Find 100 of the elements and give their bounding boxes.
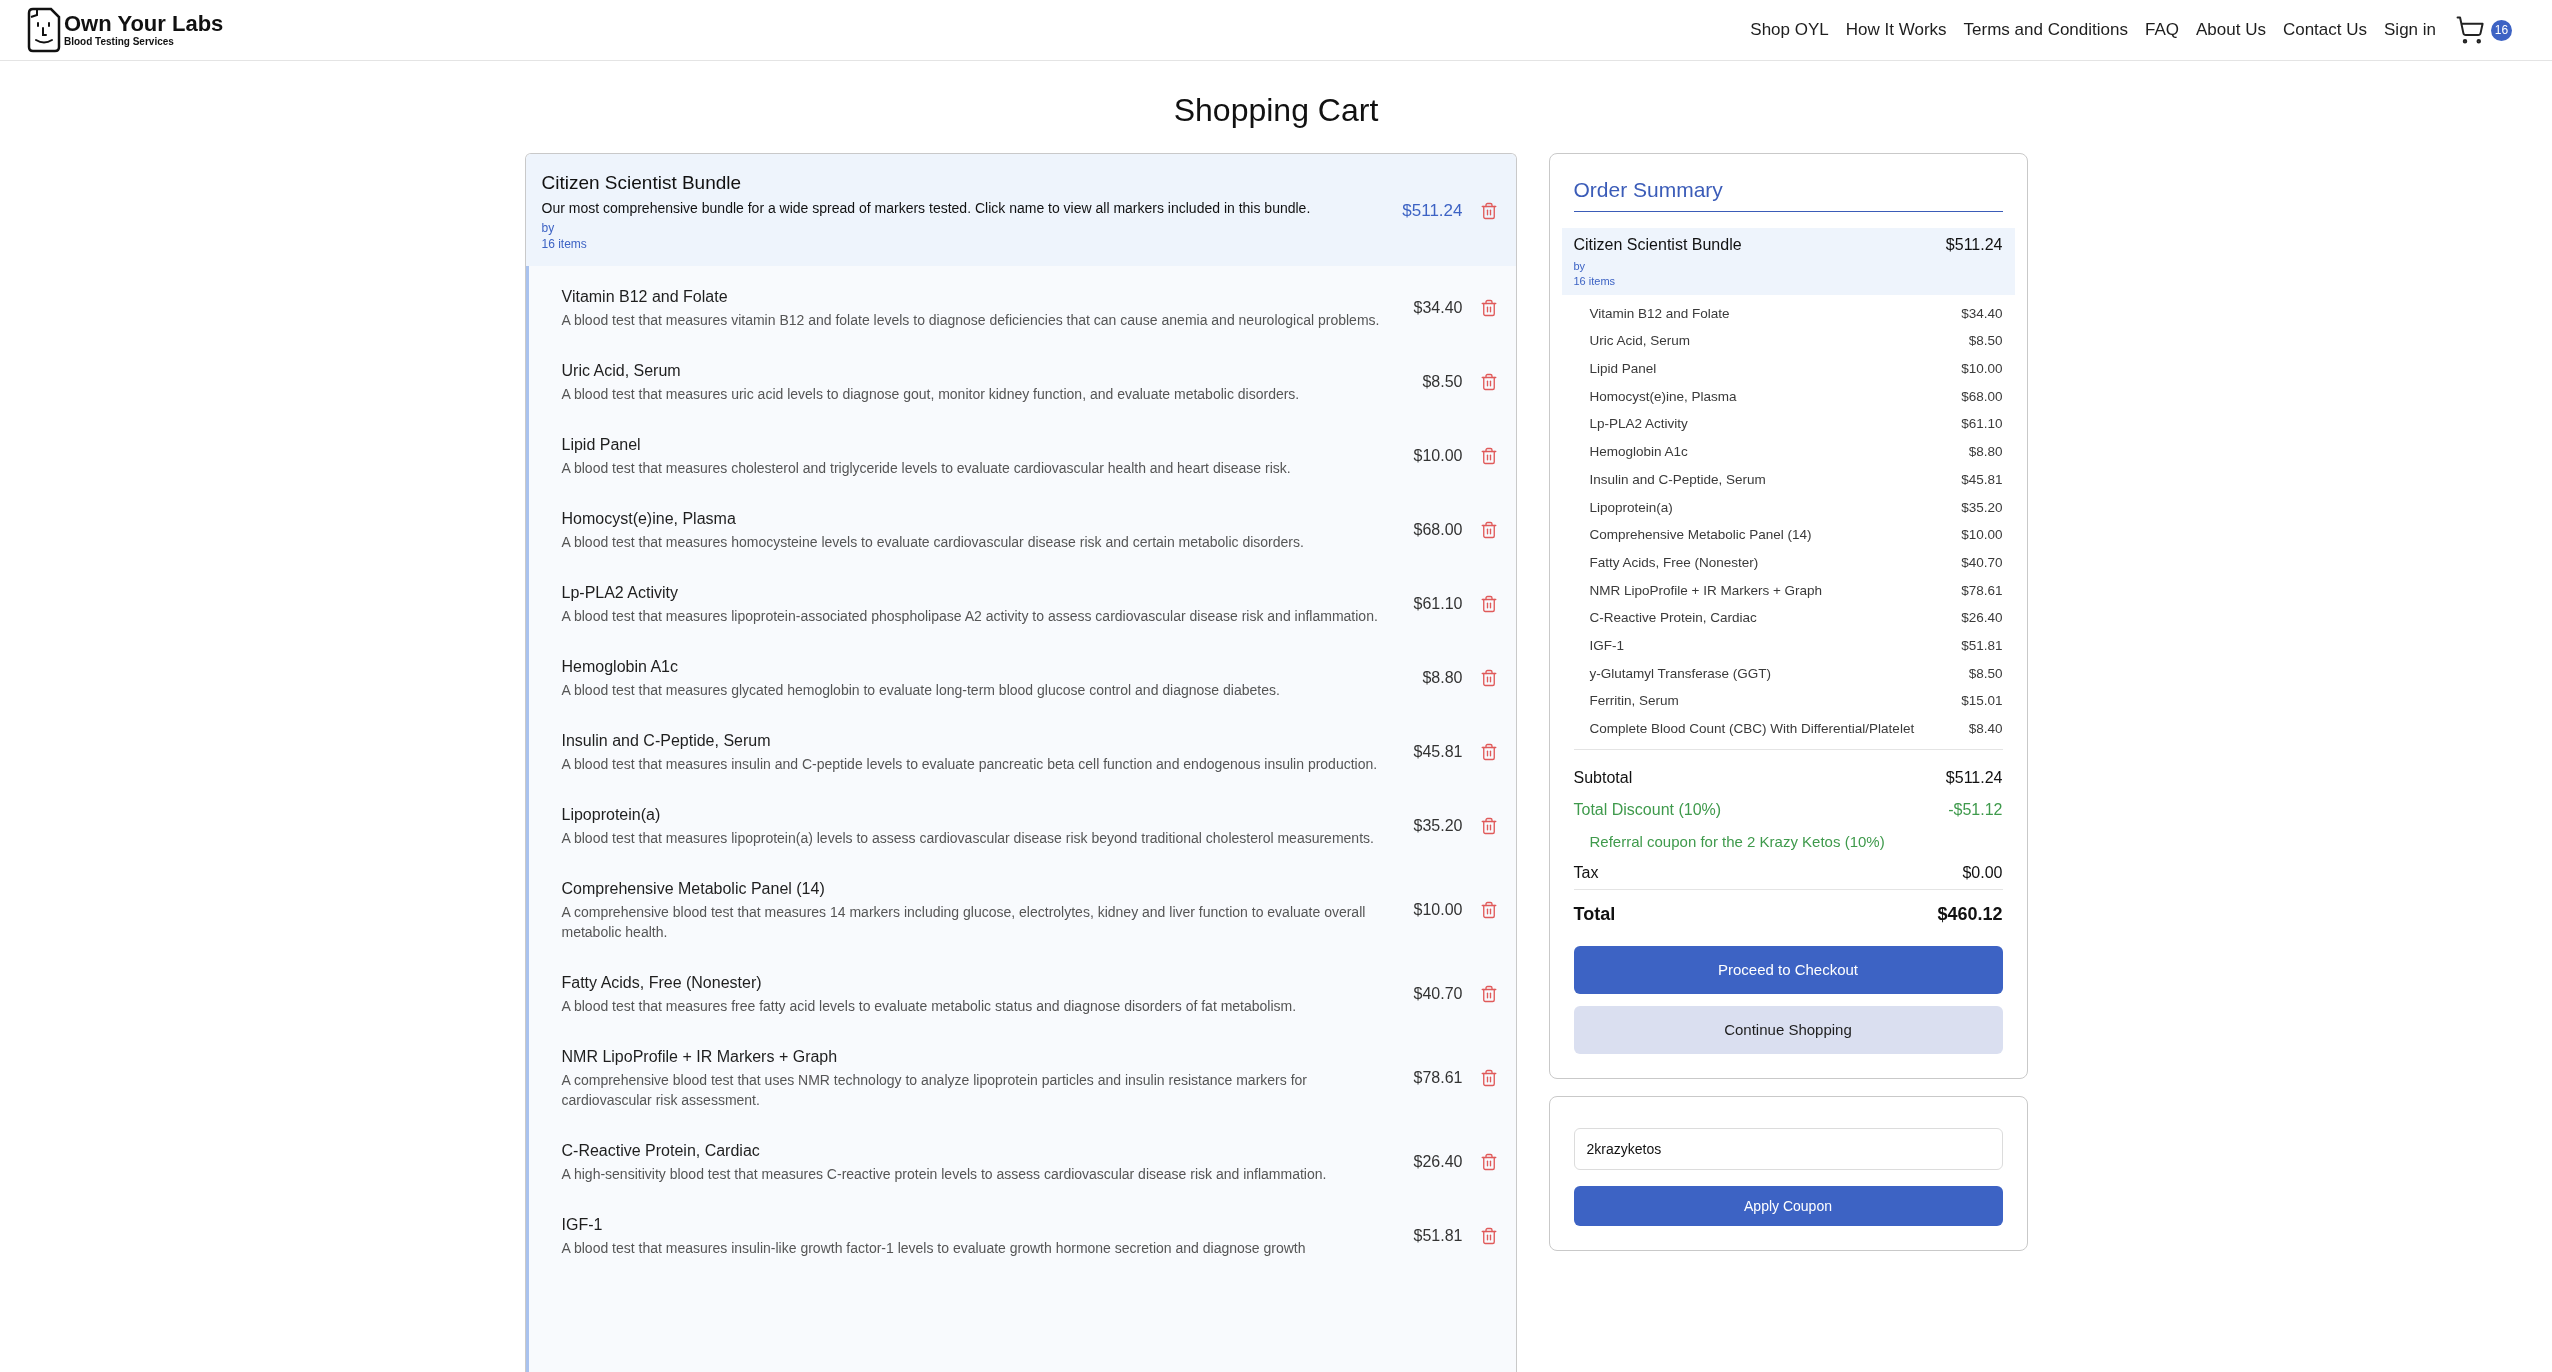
summary-item-price: $10.00 bbox=[1961, 360, 2003, 379]
item-name[interactable]: Vitamin B12 and Folate bbox=[561, 286, 1384, 308]
summary-bundle-price: $511.24 bbox=[1945, 235, 2003, 255]
bundle-name[interactable]: Citizen Scientist Bundle bbox=[541, 170, 1403, 196]
item-name[interactable]: Fatty Acids, Free (Nonester) bbox=[561, 972, 1384, 994]
item-name[interactable]: C-Reactive Protein, Cardiac bbox=[561, 1140, 1384, 1162]
item-name[interactable]: Comprehensive Metabolic Panel (14) bbox=[561, 878, 1384, 900]
item-name[interactable]: Lp-PLA2 Activity bbox=[561, 582, 1384, 604]
nav-link[interactable]: Shop OYL bbox=[1750, 17, 1829, 43]
bundle-price: $511.24 bbox=[1402, 200, 1463, 223]
tax-label: Tax bbox=[1573, 862, 1599, 883]
nav-link[interactable]: Contact Us bbox=[2282, 17, 2367, 43]
item-description: A blood test that measures insulin-like growth factor-1 levels to evaluate growth hormone secretion and diagnose growth bbox=[561, 1239, 1307, 1258]
item-price: $8.50 bbox=[1422, 372, 1463, 392]
summary-item-name: Insulin and C-Peptide, Serum bbox=[1589, 470, 1766, 489]
nav-link[interactable]: How It Works bbox=[1845, 17, 1947, 43]
continue-shopping-button[interactable]: Continue Shopping bbox=[1573, 1006, 2003, 1054]
checkout-button[interactable]: Proceed to Checkout bbox=[1573, 946, 2003, 994]
coupon-input-field[interactable]: 2krazyketos bbox=[1573, 1128, 2003, 1170]
trash-icon bbox=[1479, 1153, 1498, 1171]
item-name[interactable]: Hemoglobin A1c bbox=[561, 656, 1393, 678]
trash-icon bbox=[1479, 521, 1498, 539]
item-description: A blood test that measures glycated hemoglobin to evaluate long-term blood glucose control and diagnose diabetes. bbox=[561, 681, 1281, 700]
summary-item-name: Hemoglobin A1c bbox=[1589, 443, 1688, 462]
item-price: $8.80 bbox=[1422, 668, 1463, 688]
item-name[interactable]: Uric Acid, Serum bbox=[561, 360, 1393, 382]
item-description: A blood test that measures lipoprotein(a) levels to assess cardiovascular disease risk beyond traditional cholesterol measurements. bbox=[561, 829, 1375, 848]
face-document-icon bbox=[27, 7, 61, 53]
item-name[interactable]: Insulin and C-Peptide, Serum bbox=[561, 730, 1384, 752]
item-name[interactable]: NMR LipoProfile + IR Markers + Graph bbox=[561, 1046, 1384, 1068]
subtotal-value: $511.24 bbox=[1945, 768, 2003, 788]
delete-button[interactable] bbox=[1479, 447, 1498, 465]
trash-icon bbox=[1479, 743, 1498, 761]
bundle-by-label: by bbox=[541, 220, 556, 236]
trash-icon bbox=[1479, 447, 1498, 465]
delete-button[interactable] bbox=[1479, 817, 1498, 835]
summary-item-name: IGF-1 bbox=[1589, 636, 1624, 655]
item-name[interactable]: Homocyst(e)ine, Plasma bbox=[561, 508, 1384, 530]
total-value: $460.12 bbox=[1937, 902, 2003, 926]
summary-item-price: $8.50 bbox=[1968, 664, 2003, 683]
item-price: $34.40 bbox=[1413, 298, 1463, 318]
trash-icon bbox=[1479, 595, 1498, 613]
delete-button[interactable] bbox=[1479, 521, 1498, 539]
item-description: A blood test that measures uric acid levels to diagnose gout, monitor kidney function, and evaluate metabolic disorders. bbox=[561, 385, 1301, 404]
nav-link[interactable]: Terms and Conditions bbox=[1963, 17, 2128, 43]
cart-button[interactable]: 16 bbox=[2455, 15, 2512, 45]
item-description: A blood test that measures homocysteine levels to evaluate cardiovascular disease risk and certain metabolic disorders. bbox=[561, 533, 1305, 552]
delete-button[interactable] bbox=[1479, 1069, 1498, 1087]
item-price: $61.10 bbox=[1413, 594, 1463, 614]
delete-button[interactable] bbox=[1479, 1227, 1498, 1245]
summary-bundle-item-count: 16 items bbox=[1573, 274, 1617, 289]
subtotal-label: Subtotal bbox=[1573, 768, 1633, 788]
delete-button[interactable] bbox=[1479, 985, 1498, 1003]
bundle-description: Our most comprehensive bundle for a wide spread of markers tested. Click name to view all markers included in this bundle. bbox=[541, 199, 1312, 218]
item-price: $51.81 bbox=[1413, 1226, 1463, 1246]
item-description: A comprehensive blood test that measures 14 markers including glucose, electrolytes, kidney and liver function to evaluate overall metabolic health. bbox=[561, 903, 1367, 942]
delete-button[interactable] bbox=[1479, 202, 1498, 220]
logo-title: Own Your Labs bbox=[64, 12, 224, 36]
delete-button[interactable] bbox=[1479, 299, 1498, 317]
trash-icon bbox=[1479, 202, 1498, 220]
tax-value: $0.00 bbox=[1962, 862, 2003, 883]
summary-item-price: $8.80 bbox=[1968, 443, 2003, 462]
item-description: A comprehensive blood test that uses NMR technology to analyze lipoprotein particles and insulin resistance markers for cardiovascular risk assessment. bbox=[561, 1071, 1308, 1110]
item-name[interactable]: Lipid Panel bbox=[561, 434, 1384, 456]
summary-item-name: Ferritin, Serum bbox=[1589, 692, 1679, 711]
item-description: A blood test that measures insulin and C-peptide levels to evaluate pancreatic beta cell function and endogenous insulin production. bbox=[561, 755, 1379, 774]
nav-link[interactable]: Sign in bbox=[2384, 17, 2436, 43]
item-price: $10.00 bbox=[1413, 446, 1463, 466]
summary-item-name: NMR LipoProfile + IR Markers + Graph bbox=[1589, 581, 1823, 600]
summary-item-price: $8.50 bbox=[1968, 332, 2003, 351]
item-price: $40.70 bbox=[1413, 984, 1463, 1004]
summary-item-price: $78.61 bbox=[1961, 581, 2003, 600]
trash-icon bbox=[1479, 1227, 1498, 1245]
delete-button[interactable] bbox=[1479, 595, 1498, 613]
trash-icon bbox=[1479, 669, 1498, 687]
summary-item-name: Lipoprotein(a) bbox=[1589, 498, 1673, 517]
nav-link[interactable]: FAQ bbox=[2144, 17, 2179, 43]
item-description: A blood test that measures vitamin B12 and folate levels to diagnose deficiencies that can cause anemia and neurological problems. bbox=[561, 311, 1381, 330]
item-name[interactable]: IGF-1 bbox=[561, 1214, 1384, 1236]
item-price: $45.81 bbox=[1413, 742, 1463, 762]
summary-item-price: $40.70 bbox=[1961, 553, 2003, 572]
item-description: A blood test that measures free fatty acid levels to evaluate metabolic status and diagnose disorders of fat metabolism. bbox=[561, 997, 1298, 1016]
trash-icon bbox=[1479, 817, 1498, 835]
delete-button[interactable] bbox=[1479, 1153, 1498, 1171]
site-logo[interactable]: Own Your Labs Blood Testing Services bbox=[27, 7, 224, 53]
summary-item-name: Vitamin B12 and Folate bbox=[1589, 304, 1730, 323]
discount-label: Total Discount (10%) bbox=[1573, 800, 1722, 820]
delete-button[interactable] bbox=[1479, 669, 1498, 687]
nav-link[interactable]: About Us bbox=[2196, 17, 2266, 43]
item-name[interactable]: Lipoprotein(a) bbox=[561, 804, 1384, 826]
summary-item-name: Lp-PLA2 Activity bbox=[1589, 415, 1688, 434]
summary-item-name: Lipid Panel bbox=[1589, 360, 1657, 379]
summary-item-name: C-Reactive Protein, Cardiac bbox=[1589, 609, 1757, 628]
summary-item-price: $15.01 bbox=[1961, 692, 2003, 711]
delete-button[interactable] bbox=[1479, 743, 1498, 761]
apply-coupon-button[interactable]: Apply Coupon bbox=[1573, 1186, 2003, 1226]
delete-button[interactable] bbox=[1479, 373, 1498, 391]
item-description: A blood test that measures lipoprotein-associated phospholipase A2 activity to assess cardiovascular disease risk and inflammation. bbox=[561, 607, 1379, 626]
trash-icon bbox=[1479, 901, 1498, 919]
delete-button[interactable] bbox=[1479, 901, 1498, 919]
